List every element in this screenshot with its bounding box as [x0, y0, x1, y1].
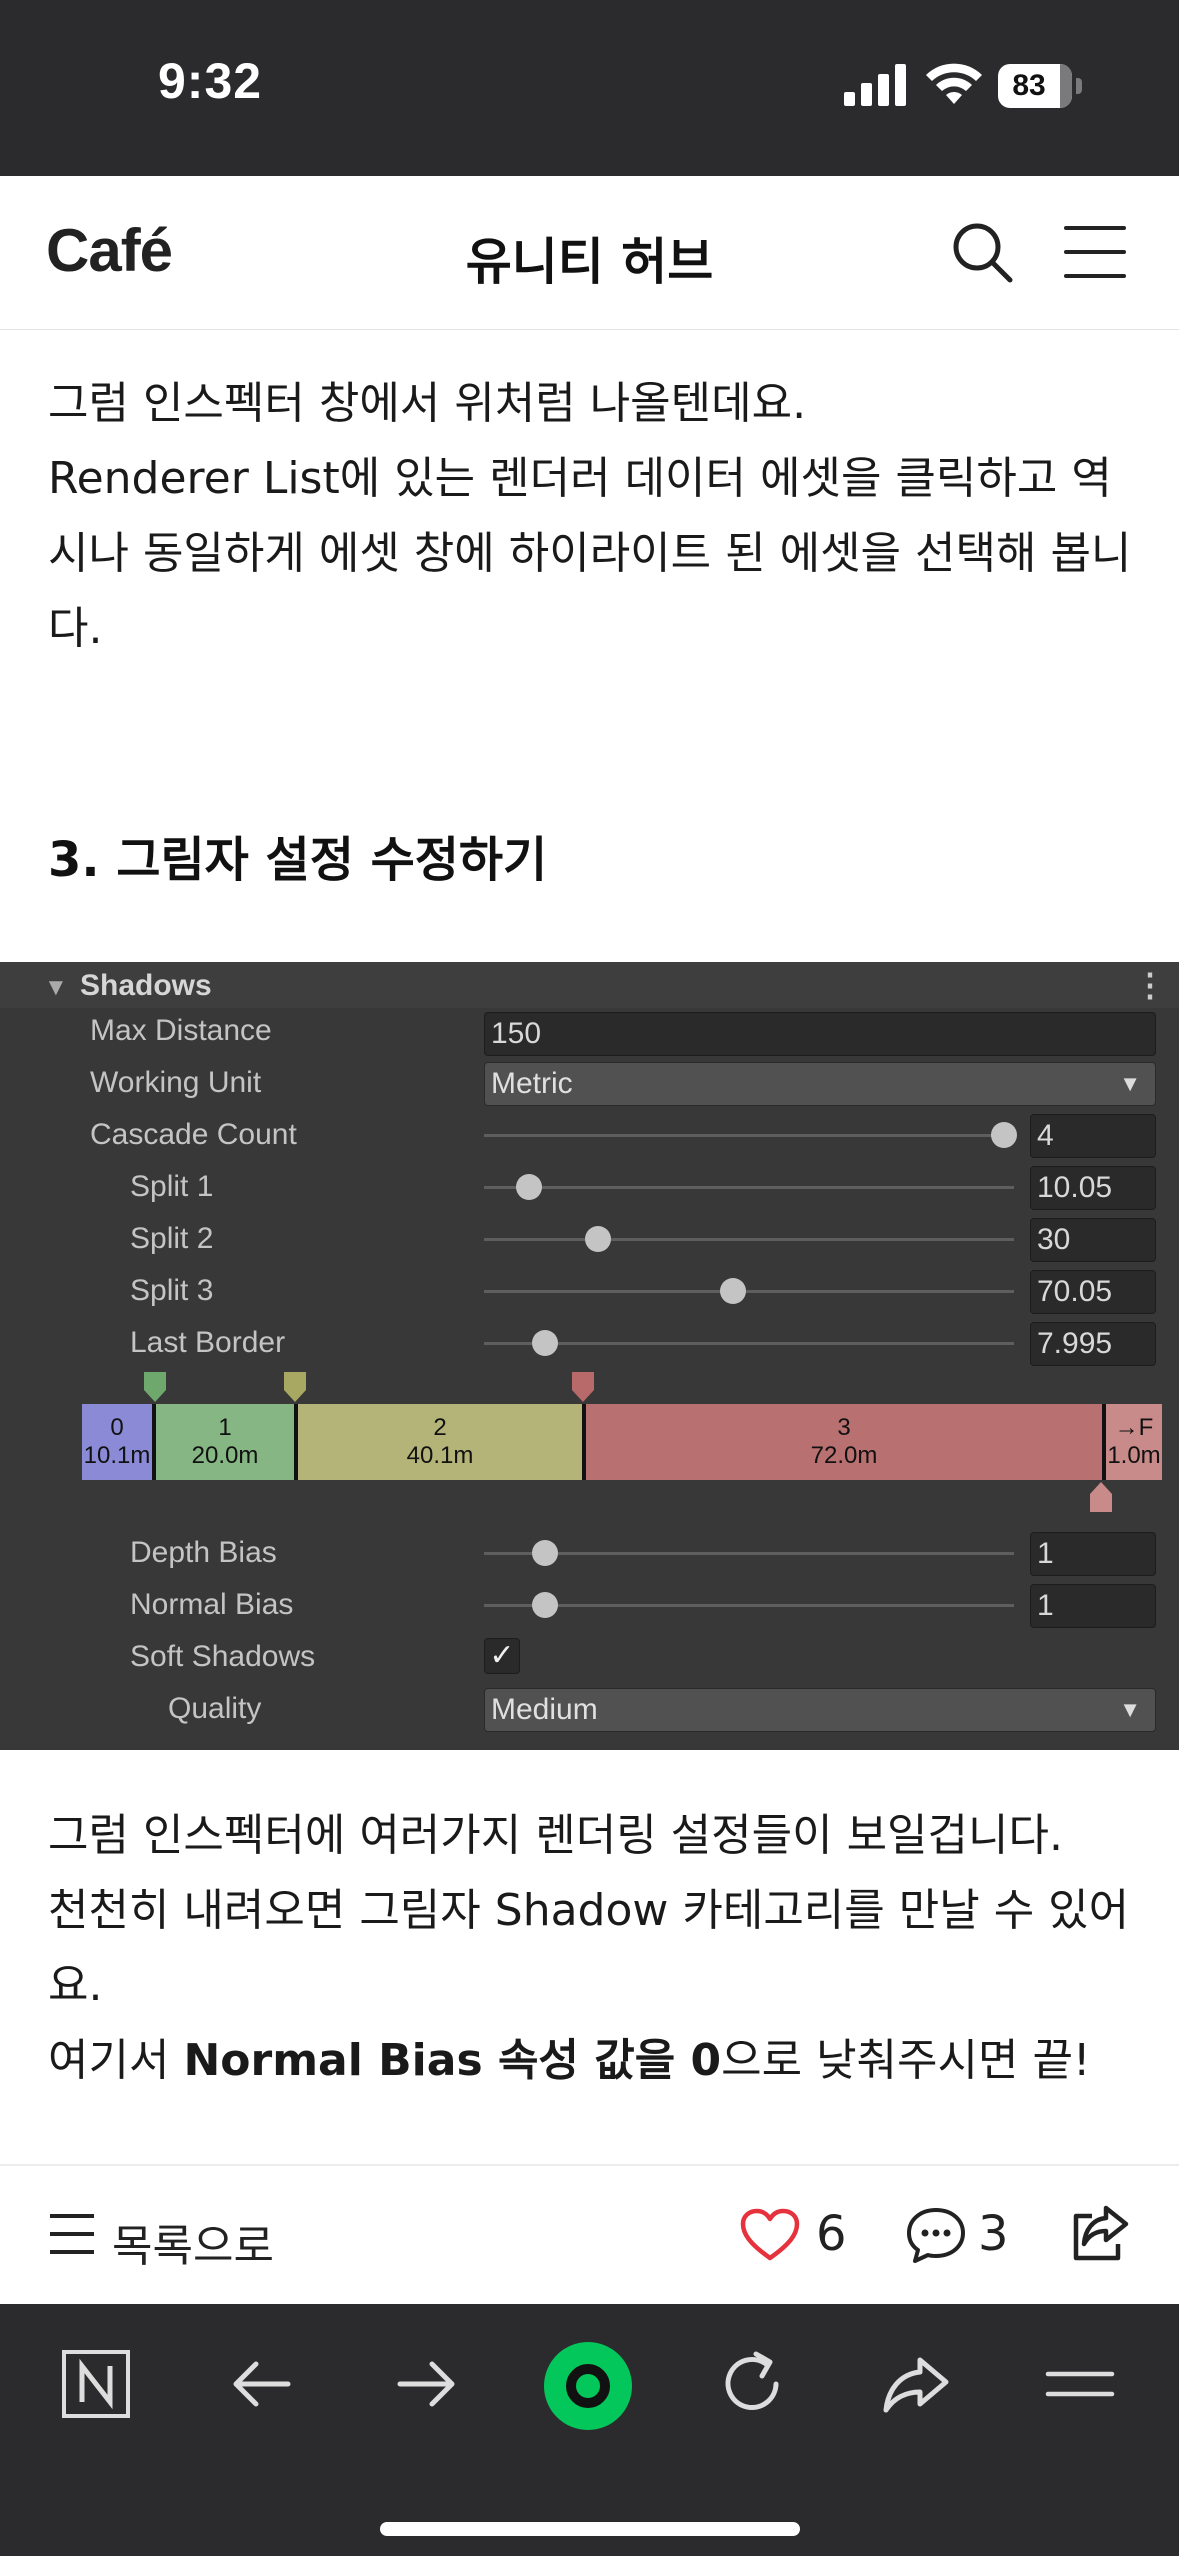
hamburger-menu-icon[interactable]: [1064, 224, 1126, 280]
browser-toolbar: [0, 2304, 1179, 2556]
foldout-triangle-icon: ▼: [44, 974, 68, 1001]
like-heart-icon[interactable]: [740, 2208, 800, 2262]
split-1-field: 10.05: [1030, 1166, 1156, 1210]
cascade-count-slider-thumb: [991, 1122, 1017, 1148]
cafe-header: Café 유니티 허브: [0, 176, 1179, 330]
quality-label: Quality: [168, 1692, 262, 1725]
last-border-field: 7.995: [1030, 1322, 1156, 1366]
cascade-segment-3: 3 72.0m: [586, 1404, 1106, 1480]
split-2-slider-track: [484, 1238, 1014, 1241]
split-3-label: Split 3: [130, 1274, 214, 1307]
article-content: 그럼 인스펙터 창에서 위처럼 나올텐데요. Renderer List에 있는…: [0, 330, 1179, 2164]
like-count: 6: [816, 2206, 847, 2262]
share-icon[interactable]: [1068, 2204, 1130, 2264]
unity-shadows-inspector-image: ▼ Shadows ⋮ Max Distance 150 Working Uni…: [0, 962, 1179, 1750]
depth-bias-field: 1: [1030, 1532, 1156, 1576]
cascade-count-label: Cascade Count: [90, 1118, 297, 1151]
working-unit-label: Working Unit: [90, 1066, 262, 1099]
battery-icon: 83: [998, 64, 1082, 108]
split-3-slider-thumb: [720, 1278, 747, 1304]
naver-green-dot-icon[interactable]: [540, 2338, 636, 2434]
back-arrow-icon[interactable]: [222, 2344, 302, 2424]
home-indicator: [380, 2522, 800, 2536]
last-border-label: Last Border: [130, 1326, 286, 1359]
depth-bias-slider-track: [484, 1552, 1014, 1555]
cascade-segment-2: 2 40.1m: [298, 1404, 586, 1480]
cellular-signal-icon: [844, 64, 906, 106]
normal-bias-slider-track: [484, 1604, 1014, 1607]
soft-shadows-label: Soft Shadows: [130, 1640, 316, 1673]
menu-icon[interactable]: [1040, 2344, 1120, 2424]
share-forward-icon[interactable]: [876, 2344, 956, 2424]
forward-arrow-icon[interactable]: [386, 2344, 466, 2424]
max-distance-field: 150: [484, 1012, 1156, 1056]
shadows-section-header: ▼ Shadows ⋮: [0, 962, 1179, 1008]
cascade-count-field: 4: [1030, 1114, 1156, 1158]
list-icon[interactable]: [48, 2210, 96, 2258]
cascade-split-bar: 0 10.1m 1 20.0m 2 40.1m 3 72.0m →F 1.0m: [82, 1404, 1162, 1480]
cascade-marker-1: [144, 1372, 166, 1402]
soft-shadows-checkbox: ✓: [484, 1638, 520, 1674]
post-action-bar: 목록으로 6 3: [0, 2164, 1179, 2304]
status-bar: 9:32 83: [0, 0, 1179, 176]
normal-bias-label: Normal Bias: [130, 1588, 294, 1621]
split-2-label: Split 2: [130, 1222, 214, 1255]
normal-bias-field: 1: [1030, 1584, 1156, 1628]
split-3-field: 70.05: [1030, 1270, 1156, 1314]
cascade-segment-0: 0 10.1m: [82, 1404, 156, 1480]
split-2-field: 30: [1030, 1218, 1156, 1262]
split-1-slider-track: [484, 1186, 1014, 1189]
split-1-slider-thumb: [516, 1174, 543, 1200]
cascade-marker-3: [572, 1372, 594, 1402]
naver-home-icon[interactable]: [56, 2344, 136, 2424]
split-2-slider-thumb: [584, 1226, 611, 1252]
shadows-section-title: Shadows: [80, 969, 212, 1002]
last-border-slider-thumb: [531, 1330, 558, 1356]
cascade-segment-1: 1 20.0m: [156, 1404, 298, 1480]
wifi-icon: [926, 63, 982, 104]
battery-percent: 83: [1012, 69, 1046, 102]
cascade-count-slider-track: [484, 1134, 1004, 1137]
cascade-segment-fade: →F 1.0m: [1106, 1404, 1162, 1480]
back-to-list-button[interactable]: 목록으로: [112, 2210, 274, 2274]
status-time: 9:32: [158, 53, 263, 109]
search-icon[interactable]: [950, 220, 1014, 284]
normal-bias-slider-thumb: [531, 1592, 558, 1618]
quality-dropdown: Medium ▼: [484, 1688, 1156, 1732]
cascade-marker-2: [284, 1372, 306, 1402]
comment-count: 3: [978, 2206, 1009, 2262]
reload-icon[interactable]: [712, 2344, 792, 2424]
split-1-label: Split 1: [130, 1170, 214, 1203]
dropdown-arrow-icon: ▼: [1119, 1071, 1141, 1096]
article-paragraph: 그럼 인스펙터 창에서 위처럼 나올텐데요. Renderer List에 있는…: [48, 378, 1132, 654]
max-distance-label: Max Distance: [90, 1014, 272, 1047]
depth-bias-slider-thumb: [531, 1540, 558, 1566]
comment-bubble-icon[interactable]: [906, 2206, 966, 2264]
cascade-fade-marker: [1090, 1482, 1112, 1512]
section-heading: 3. 그림자 설정 수정하기: [48, 832, 548, 888]
article-paragraph-2: 그럼 인스펙터에 여러가지 렌더링 설정들이 보일겁니다. 천천히 내려오면 그…: [48, 1810, 1130, 2086]
last-border-slider-track: [484, 1342, 1014, 1345]
more-options-icon: ⋮: [1134, 967, 1166, 1003]
split-3-slider-track: [484, 1290, 1014, 1293]
depth-bias-label: Depth Bias: [130, 1536, 277, 1569]
dropdown-arrow-icon: ▼: [1119, 1697, 1141, 1722]
working-unit-dropdown: Metric ▼: [484, 1062, 1156, 1106]
